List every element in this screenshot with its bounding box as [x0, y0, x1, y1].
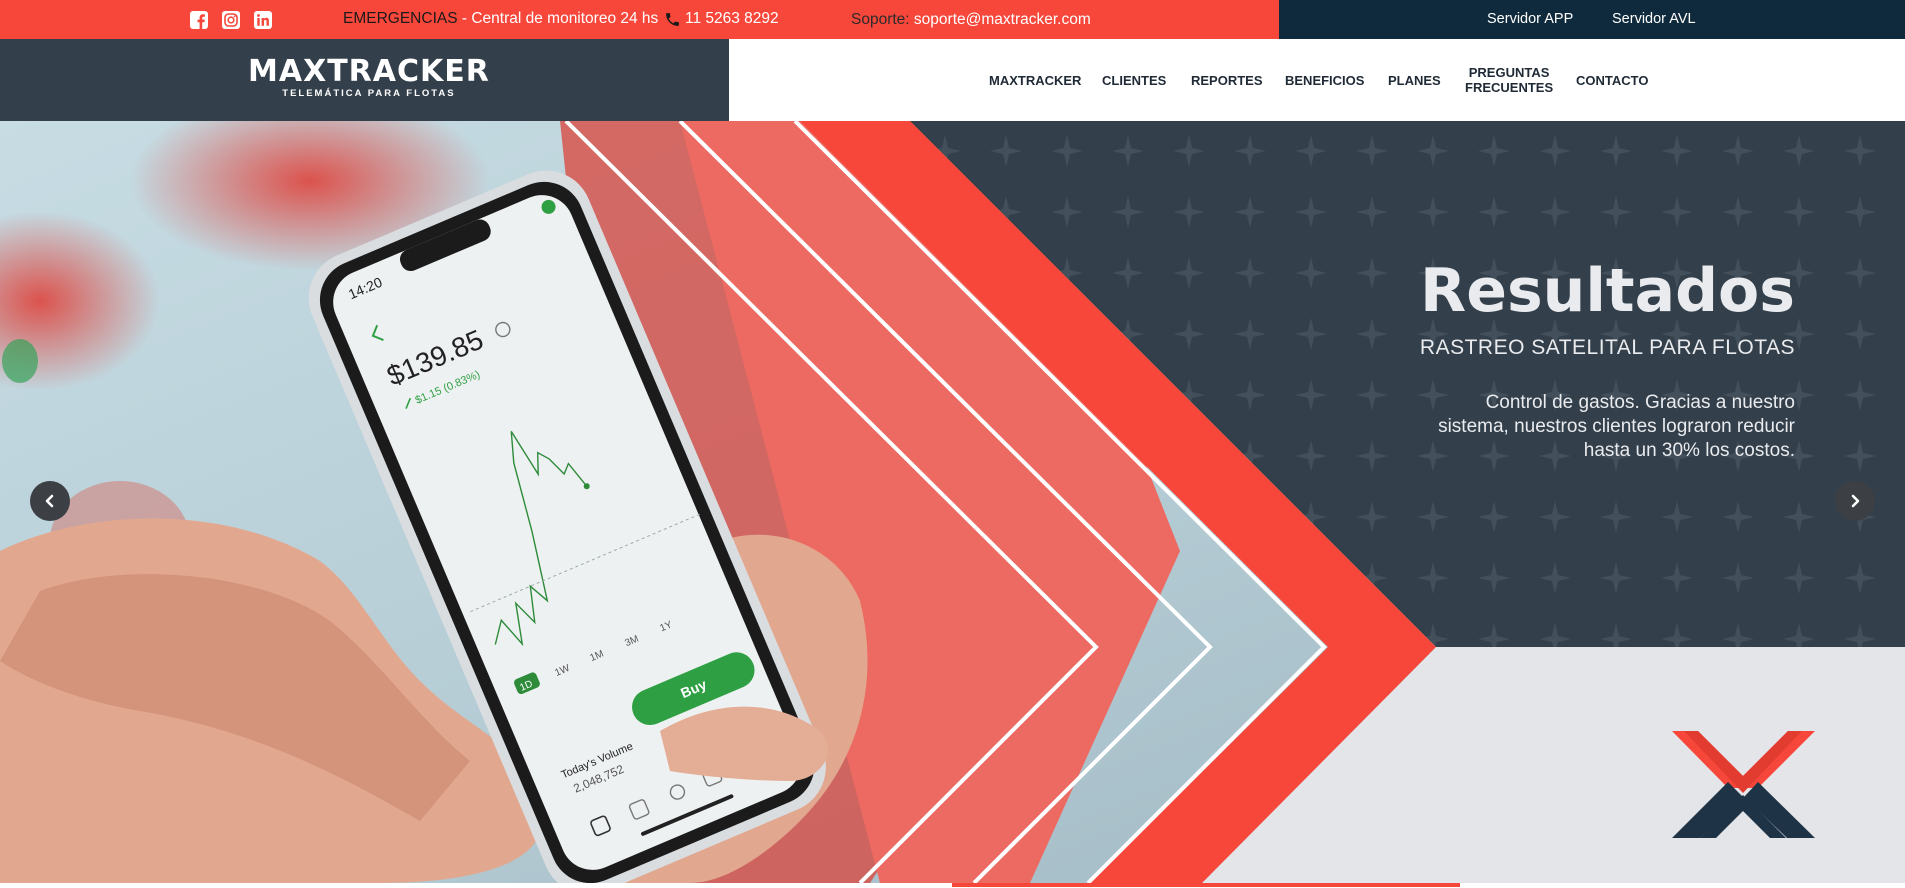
- hero-graphic: 14:20 $139.85 $1.15 (0.83%) 1D 1W 1M 3M …: [0, 121, 1905, 883]
- instagram-icon[interactable]: [222, 11, 240, 29]
- chevron-left-icon: [45, 494, 54, 508]
- nav-item-preguntas-frecuentes[interactable]: PREGUNTAS FRECUENTES: [1465, 65, 1553, 95]
- nav-item-clientes[interactable]: CLIENTES: [1102, 73, 1166, 88]
- nav-item-beneficios[interactable]: BENEFICIOS: [1285, 73, 1364, 88]
- emergency-phone[interactable]: 11 5263 8292: [664, 10, 779, 28]
- brand-tagline: TELEMÁTICA PARA FLOTAS: [282, 88, 456, 99]
- brand-logo[interactable]: MAXTRACKER TELEMÁTICA PARA FLOTAS: [248, 54, 490, 100]
- top-bar-server-area: [1279, 0, 1905, 39]
- emergency-description: - Central de monitoreo 24 hs: [457, 10, 659, 27]
- top-bar: EMERGENCIAS - Central de monitoreo 24 hs…: [0, 0, 1905, 39]
- carousel-prev-button[interactable]: [30, 481, 70, 521]
- nav-item-reportes[interactable]: REPORTES: [1191, 73, 1263, 88]
- hero-title: Resultados: [1420, 256, 1795, 326]
- nav-item-contacto[interactable]: CONTACTO: [1576, 73, 1648, 88]
- hero-slider: 14:20 $139.85 $1.15 (0.83%) 1D 1W 1M 3M …: [0, 121, 1905, 883]
- facebook-icon[interactable]: [190, 11, 208, 29]
- nav-item-label-line2: FRECUENTES: [1465, 80, 1554, 95]
- linkedin-icon[interactable]: [254, 11, 272, 29]
- emergency-label: EMERGENCIAS: [343, 10, 458, 27]
- phone-icon: [666, 12, 679, 26]
- nav-item-label-line1: PREGUNTAS: [1468, 65, 1550, 80]
- brand-name: MAXTRACKER: [248, 54, 490, 89]
- emergency-text: EMERGENCIAS - Central de monitoreo 24 hs: [343, 10, 658, 28]
- carousel-next-button[interactable]: [1835, 481, 1875, 521]
- slide-progress-indicator: [952, 883, 1460, 887]
- server-app-link[interactable]: Servidor APP: [1487, 11, 1573, 27]
- nav-item-planes[interactable]: PLANES: [1388, 73, 1441, 88]
- support-email-link[interactable]: soporte@maxtracker.com: [914, 11, 1091, 28]
- server-avl-link[interactable]: Servidor AVL: [1612, 11, 1696, 27]
- chevron-right-icon: [1851, 494, 1860, 508]
- main-nav: MAXTRACKER CLIENTES REPORTES BENEFICIOS …: [729, 39, 1905, 121]
- support-contact: Soporte: soporte@maxtracker.com: [851, 11, 1091, 29]
- phone-number: 11 5263 8292: [685, 10, 779, 27]
- support-label: Soporte:: [851, 11, 910, 28]
- nav-item-maxtracker[interactable]: MAXTRACKER: [989, 73, 1081, 88]
- hero-subtitle: RASTREO SATELITAL PARA FLOTAS: [1419, 336, 1795, 359]
- hero-description: Control de gastos. Gracias a nuestro sis…: [1438, 392, 1795, 461]
